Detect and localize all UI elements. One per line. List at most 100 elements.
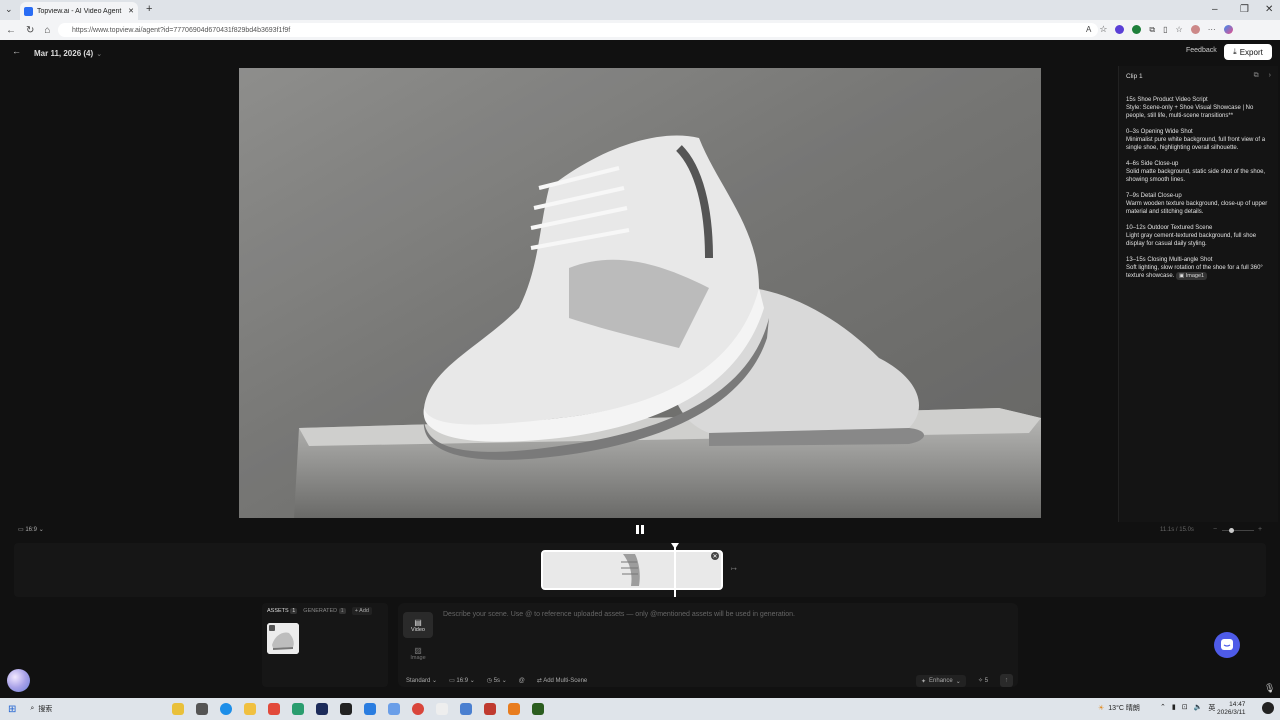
- generated-count-badge: 1: [338, 608, 346, 614]
- volume-icon[interactable]: 🔈: [1194, 703, 1203, 713]
- zoom-out-icon[interactable]: −: [1213, 526, 1217, 533]
- mode-image-button[interactable]: ▨ Image: [403, 642, 433, 664]
- credits-indicator: ✧ 5: [978, 678, 989, 684]
- quality-selector[interactable]: Standard ⌄: [406, 677, 437, 684]
- scene-item: 4–6s Side Close-up Solid matte backgroun…: [1126, 160, 1271, 184]
- tab-list-icon[interactable]: ⌄: [5, 4, 13, 15]
- aspect-ratio-selector[interactable]: ▭ 16:9 ⌄: [18, 526, 44, 533]
- submit-button[interactable]: ↑: [1000, 674, 1013, 687]
- time-readout: 11.1s / 15.0s: [1160, 527, 1194, 533]
- favorite-star-icon[interactable]: ☆: [1099, 24, 1107, 35]
- close-tab-icon[interactable]: ✕: [128, 7, 134, 15]
- battery-icon[interactable]: ▮: [1172, 703, 1176, 713]
- chat-bubble-icon: [1221, 639, 1233, 650]
- system-tray[interactable]: ⌃ ▮ ⊡ 🔈 英: [1160, 703, 1215, 713]
- enhance-button[interactable]: ✦ Enhance ⌄: [916, 675, 966, 687]
- generated-tab[interactable]: GENERATED 1: [303, 608, 346, 614]
- notification-icon[interactable]: [1262, 702, 1274, 714]
- extension-icon[interactable]: [1115, 25, 1125, 34]
- profile-avatar-icon[interactable]: [1190, 25, 1200, 34]
- app-icon[interactable]: [388, 703, 401, 715]
- terminal-icon[interactable]: [532, 703, 545, 715]
- export-label: Export: [1239, 47, 1263, 57]
- add-multi-scene-button[interactable]: ⇄ Add Multi-Scene: [537, 677, 587, 684]
- browser-tab[interactable]: Topview.ai - AI Video Agent ✕: [20, 2, 138, 20]
- notepad-icon[interactable]: [436, 703, 449, 715]
- microphone-icon[interactable]: 🎙: [1264, 683, 1275, 694]
- edge-icon[interactable]: [220, 703, 233, 715]
- app-icon[interactable]: [292, 703, 305, 715]
- app-icon[interactable]: [484, 703, 497, 715]
- assets-count-badge: 1: [290, 608, 298, 614]
- home-icon[interactable]: ⌂: [44, 25, 50, 36]
- photoshop-icon[interactable]: [316, 703, 329, 715]
- network-icon[interactable]: ⊡: [1182, 703, 1188, 713]
- start-icon[interactable]: ⊞: [8, 704, 16, 715]
- mention-button[interactable]: @: [519, 678, 525, 684]
- add-clip-arrow-icon[interactable]: ↦: [731, 565, 737, 573]
- app-icon[interactable]: [508, 703, 521, 715]
- timeline-clip[interactable]: [541, 550, 723, 590]
- url-field[interactable]: https://www.topview.ai/agent?id=77706904…: [58, 23, 1098, 37]
- prompt-input[interactable]: Describe your scene. Use @ to reference …: [443, 611, 795, 618]
- playhead-handle-icon[interactable]: [671, 543, 679, 549]
- panda-app-icon[interactable]: [340, 703, 353, 715]
- copilot-icon[interactable]: [1223, 25, 1233, 34]
- assistant-orb[interactable]: [7, 669, 30, 692]
- extensions-puzzle-icon[interactable]: ⧉: [1149, 25, 1155, 35]
- feedback-link[interactable]: Feedback: [1186, 47, 1217, 54]
- close-window-icon[interactable]: ✕: [1265, 4, 1273, 15]
- ime-indicator[interactable]: 英: [1208, 703, 1215, 713]
- extension-icon[interactable]: [1132, 25, 1142, 34]
- collections-icon[interactable]: ☆: [1176, 25, 1183, 34]
- playhead[interactable]: [674, 543, 676, 597]
- script-title: 15s Shoe Product Video Script: [1126, 97, 1208, 103]
- project-title[interactable]: Mar 11, 2026 (4) ⌄: [34, 47, 102, 59]
- minimize-icon[interactable]: –: [1212, 4, 1218, 15]
- back-icon[interactable]: ←: [6, 25, 16, 36]
- asset-thumbnail[interactable]: [267, 623, 299, 654]
- weather-widget[interactable]: ☀ 13°C 晴朗: [1098, 703, 1140, 713]
- export-button[interactable]: ⤓ Export: [1224, 44, 1272, 60]
- chrome-icon[interactable]: [412, 703, 425, 715]
- zoom-slider[interactable]: [1222, 530, 1254, 531]
- chevron-right-icon[interactable]: ›: [1269, 72, 1271, 80]
- file-explorer-icon[interactable]: [244, 703, 257, 715]
- restore-icon[interactable]: ❐: [1240, 4, 1249, 15]
- quality-value: Standard: [406, 678, 431, 684]
- video-preview[interactable]: [239, 68, 1041, 518]
- taskbar-search-label: 搜索: [38, 706, 53, 713]
- app-icon[interactable]: [460, 703, 473, 715]
- widget-icon[interactable]: [172, 703, 185, 715]
- ratio-selector[interactable]: ▭ 16:9 ⌄: [449, 677, 475, 684]
- back-arrow-icon[interactable]: ←: [12, 46, 21, 56]
- wps-icon[interactable]: [268, 703, 281, 715]
- pause-button[interactable]: [636, 525, 646, 536]
- add-asset-button[interactable]: + Add: [351, 607, 372, 615]
- generated-tab-label: GENERATED: [303, 608, 338, 614]
- scene-heading: 10–12s Outdoor Textured Scene: [1126, 225, 1213, 231]
- read-aloud-icon[interactable]: A: [1086, 25, 1091, 34]
- clock[interactable]: 14:47 2026/3/11: [1217, 701, 1245, 717]
- bird-app-icon[interactable]: [364, 703, 377, 715]
- sneaker-product-image: [239, 68, 1041, 518]
- chat-support-button[interactable]: [1214, 632, 1240, 658]
- more-menu-icon[interactable]: ···: [1208, 25, 1216, 34]
- assets-tab[interactable]: ASSETS 1: [267, 608, 298, 614]
- scene-heading: 4–6s Side Close-up: [1126, 161, 1179, 167]
- split-screen-icon[interactable]: ▯: [1163, 25, 1167, 34]
- pause-bar: [641, 525, 644, 534]
- zoom-in-icon[interactable]: +: [1258, 526, 1262, 533]
- image-reference-chip[interactable]: ▣ Image1: [1176, 272, 1208, 280]
- copy-icon[interactable]: ⧉: [1254, 72, 1259, 80]
- duration-selector[interactable]: ◷ 5s ⌄: [487, 677, 507, 684]
- mode-video-button[interactable]: ▤ Video: [403, 612, 433, 638]
- tray-chevron-icon[interactable]: ⌃: [1160, 703, 1166, 713]
- remove-clip-icon[interactable]: ✕: [711, 552, 719, 560]
- zoom-slider-thumb[interactable]: [1229, 528, 1234, 533]
- credits-value: 5: [984, 678, 989, 684]
- new-tab-icon[interactable]: +: [146, 3, 152, 15]
- taskbar-search[interactable]: ⌕ 搜索: [30, 704, 166, 714]
- reload-icon[interactable]: ↻: [26, 25, 34, 36]
- task-view-icon[interactable]: [196, 703, 209, 715]
